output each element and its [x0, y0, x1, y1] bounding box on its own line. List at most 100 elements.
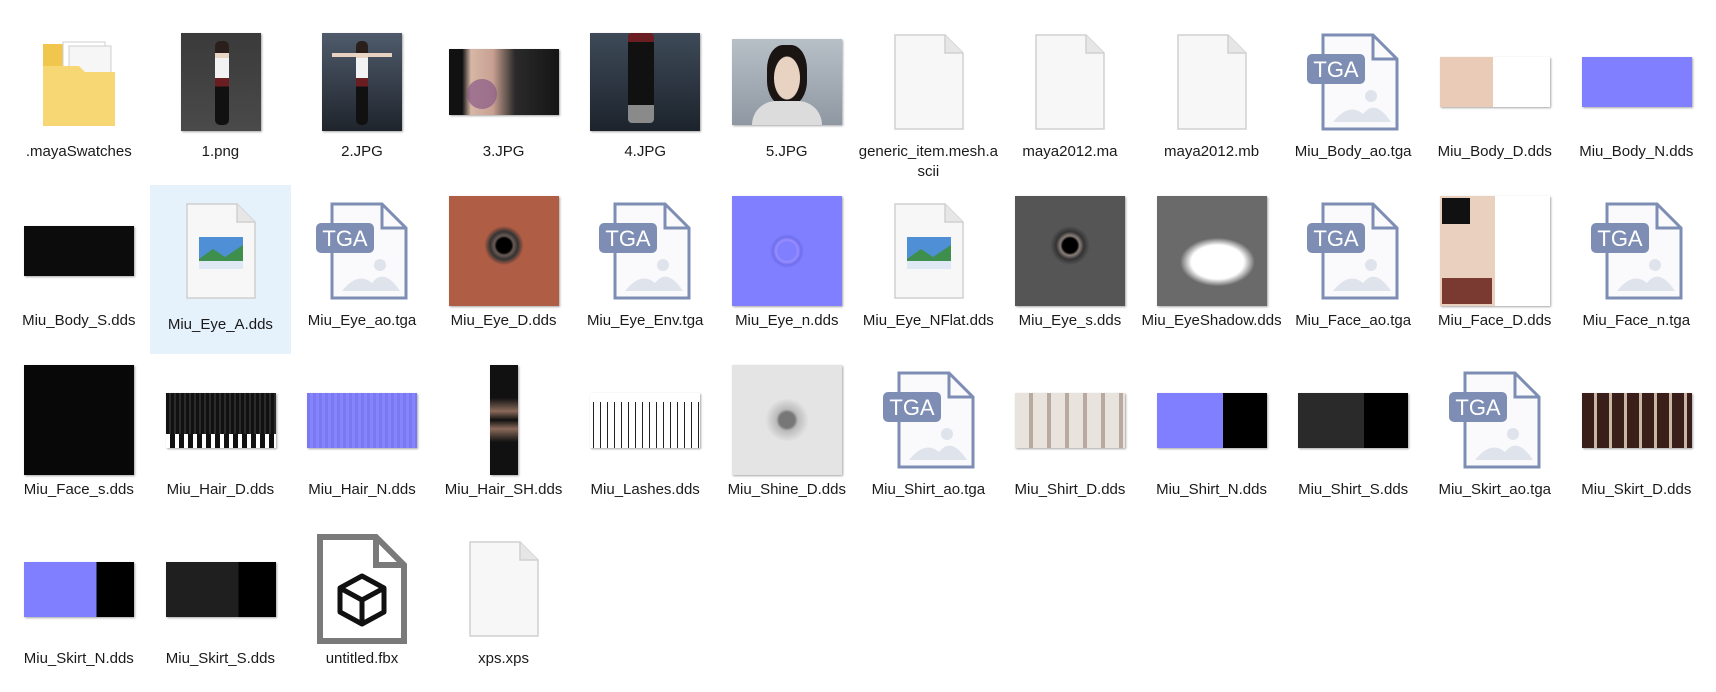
file-item-miu-hair-d-dds[interactable]: Miu_Hair_D.dds — [150, 354, 292, 523]
file-item-miu-shine-d-dds[interactable]: Miu_Shine_D.dds — [716, 354, 858, 523]
file-item-xps-xps[interactable]: xps.xps — [433, 523, 575, 692]
picture-file-icon — [869, 191, 989, 311]
file-item-miu-hair-sh-dds[interactable]: Miu_Hair_SH.dds — [433, 354, 575, 523]
file-item-miu-body-n-dds[interactable]: Miu_Body_N.dds — [1566, 16, 1708, 185]
file-item-miu-skirt-d-dds[interactable]: Miu_Skirt_D.dds — [1566, 354, 1708, 523]
thumbnail-frame — [727, 191, 847, 311]
image-thumbnail — [448, 49, 559, 115]
thumbnail-frame — [19, 191, 139, 311]
file-name-label: Miu_Body_N.dds — [1579, 143, 1694, 160]
file-item-miu-lashes-dds[interactable]: Miu_Lashes.dds — [574, 354, 716, 523]
file-name-label: maya2012.ma — [1022, 143, 1118, 160]
tga-file-icon: TGA — [1293, 22, 1413, 142]
file-name-label: Miu_Body_ao.tga — [1294, 143, 1412, 160]
file-item-miu-skirt-n-dds[interactable]: Miu_Skirt_N.dds — [8, 523, 150, 692]
file-item-2-jpg[interactable]: 2.JPG — [291, 16, 433, 185]
tga-badge-text: TGA — [323, 226, 369, 251]
image-thumbnail — [1439, 196, 1550, 306]
file-item-miu-body-d-dds[interactable]: Miu_Body_D.dds — [1424, 16, 1566, 185]
file-name-label: Miu_Face_n.tga — [1582, 312, 1691, 329]
thumbnail-frame — [444, 22, 564, 142]
image-thumbnail — [165, 392, 276, 448]
file-name-label: Miu_Eye_D.dds — [450, 312, 557, 329]
thumbnail-frame — [1435, 22, 1555, 142]
thumbnail-frame — [302, 360, 422, 480]
image-thumbnail — [489, 365, 518, 475]
file-item-miu-face-n-tga[interactable]: TGA Miu_Face_n.tga — [1566, 185, 1708, 354]
file-item-miu-skirt-s-dds[interactable]: Miu_Skirt_S.dds — [150, 523, 292, 692]
thumbnail-frame — [444, 360, 564, 480]
file-name-label: Miu_Skirt_N.dds — [23, 650, 134, 667]
image-thumbnail — [180, 33, 261, 131]
tga-file-icon: TGA — [869, 360, 989, 480]
file-item-5-jpg[interactable]: 5.JPG — [716, 16, 858, 185]
thumbnail-frame — [161, 22, 281, 142]
file-item-miu-eye-ao-tga[interactable]: TGA Miu_Eye_ao.tga — [291, 185, 433, 354]
file-name-label: Miu_Face_D.dds — [1438, 312, 1552, 329]
thumbnail-frame — [1010, 360, 1130, 480]
tga-file-icon: TGA — [1293, 191, 1413, 311]
file-item-1-png[interactable]: 1.png — [150, 16, 292, 185]
file-name-label: Miu_Eye_NFlat.dds — [862, 312, 994, 329]
thumbnail-frame — [1435, 191, 1555, 311]
file-item-miu-shirt-n-dds[interactable]: Miu_Shirt_N.dds — [1141, 354, 1283, 523]
file-name-label: 2.JPG — [341, 143, 383, 160]
tga-badge-text: TGA — [1455, 395, 1501, 420]
tga-badge-text: TGA — [1314, 57, 1360, 82]
file-item-miu-shirt-ao-tga[interactable]: TGA Miu_Shirt_ao.tga — [858, 354, 1000, 523]
3d-object-file-icon — [302, 529, 422, 649]
tga-file-icon: TGA — [302, 191, 422, 311]
thumbnail-frame — [585, 360, 705, 480]
thumbnail-frame — [1152, 360, 1272, 480]
image-thumbnail — [24, 365, 134, 475]
file-item-miu-body-s-dds[interactable]: Miu_Body_S.dds — [8, 185, 150, 354]
file-item-miu-face-s-dds[interactable]: Miu_Face_s.dds — [8, 354, 150, 523]
file-item-miu-eye-nflat-dds[interactable]: Miu_Eye_NFlat.dds — [858, 185, 1000, 354]
file-name-label: Miu_Hair_SH.dds — [444, 481, 563, 498]
file-name-label: Miu_Face_s.dds — [23, 481, 134, 498]
file-item-miu-shirt-d-dds[interactable]: Miu_Shirt_D.dds — [999, 354, 1141, 523]
file-item-miu-hair-n-dds[interactable]: Miu_Hair_N.dds — [291, 354, 433, 523]
file-item-miu-body-ao-tga[interactable]: TGA Miu_Body_ao.tga — [1282, 16, 1424, 185]
file-item-maya2012-ma[interactable]: maya2012.ma — [999, 16, 1141, 185]
file-name-label: untitled.fbx — [325, 650, 399, 667]
file-item-miu-eye-s-dds[interactable]: Miu_Eye_s.dds — [999, 185, 1141, 354]
tga-file-icon: TGA — [1577, 191, 1697, 311]
file-name-label: Miu_Skirt_S.dds — [165, 650, 275, 667]
tga-badge-text: TGA — [606, 226, 652, 251]
file-item-miu-eyeshadow-dds[interactable]: Miu_EyeShadow.dds — [1141, 185, 1283, 354]
file-item-miu-face-d-dds[interactable]: Miu_Face_D.dds — [1424, 185, 1566, 354]
file-item-miu-shirt-s-dds[interactable]: Miu_Shirt_S.dds — [1282, 354, 1424, 523]
file-name-label: Miu_EyeShadow.dds — [1141, 312, 1282, 329]
tga-file-icon: TGA — [1435, 360, 1555, 480]
image-thumbnail — [1156, 196, 1267, 306]
thumbnail-frame — [1577, 22, 1697, 142]
file-item-miu-eye-a-dds[interactable]: Miu_Eye_A.dds — [149, 185, 292, 354]
file-name-label: Miu_Hair_D.dds — [166, 481, 275, 498]
file-name-label: 4.JPG — [624, 143, 667, 160]
thumbnail-frame — [161, 529, 281, 649]
file-item-miu-eye-env-tga[interactable]: TGA Miu_Eye_Env.tga — [574, 185, 716, 354]
thumbnail-frame — [444, 191, 564, 311]
file-item-maya2012-mb[interactable]: maya2012.mb — [1141, 16, 1283, 185]
file-item-generic-item-mesh-ascii[interactable]: generic_item.mesh.ascii — [858, 16, 1000, 185]
image-thumbnail — [24, 226, 134, 276]
file-item-miu-eye-d-dds[interactable]: Miu_Eye_D.dds — [433, 185, 575, 354]
image-thumbnail — [731, 365, 842, 475]
file-item-untitled-fbx[interactable]: untitled.fbx — [291, 523, 433, 692]
image-thumbnail — [590, 392, 701, 448]
file-item-miu-skirt-ao-tga[interactable]: TGA Miu_Skirt_ao.tga — [1424, 354, 1566, 523]
file-name-label: Miu_Skirt_D.dds — [1581, 481, 1692, 498]
thumbnail-frame — [1010, 191, 1130, 311]
thumbnail-frame — [1577, 360, 1697, 480]
file-item-3-jpg[interactable]: 3.JPG — [433, 16, 575, 185]
file-item-miu-face-ao-tga[interactable]: TGA Miu_Face_ao.tga — [1282, 185, 1424, 354]
file-item-4-jpg[interactable]: 4.JPG — [574, 16, 716, 185]
file-item-miu-eye-n-dds[interactable]: Miu_Eye_n.dds — [716, 185, 858, 354]
file-item-mayaswatches[interactable]: .mayaSwatches — [8, 16, 150, 185]
file-name-label: Miu_Face_ao.tga — [1295, 312, 1412, 329]
image-thumbnail — [731, 196, 842, 306]
file-name-label: Miu_Skirt_ao.tga — [1438, 481, 1552, 498]
thumbnail-frame — [19, 529, 139, 649]
file-name-label: Miu_Eye_ao.tga — [307, 312, 417, 329]
